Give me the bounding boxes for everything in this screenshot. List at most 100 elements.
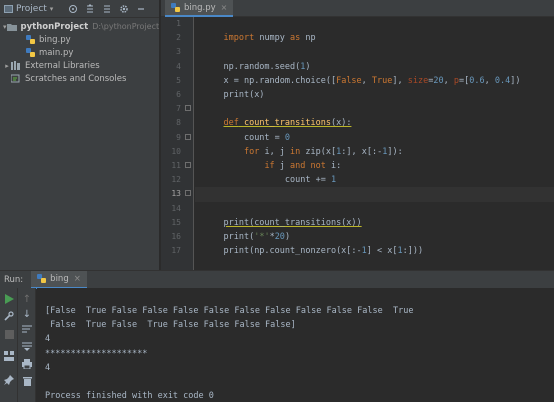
project-tree: ▾ pythonProject D:\pythonProject bing.py… (0, 18, 159, 85)
current-line[interactable] (195, 187, 554, 202)
close-icon[interactable]: × (221, 3, 228, 12)
code-token: import (223, 33, 255, 44)
line-number: 17 (171, 246, 181, 256)
project-toolbar: Project ▾ (0, 0, 159, 18)
file-name: main.py (39, 47, 74, 58)
console-line: False True False True False False False … (45, 320, 296, 331)
external-libraries-label: External Libraries (25, 60, 100, 71)
fold-icon[interactable] (185, 105, 191, 111)
code-line[interactable]: print(count_transitions(x)) (195, 202, 554, 228)
folder-icon (6, 23, 17, 31)
console-line: ******************** (45, 348, 148, 359)
run-toolbar-primary (0, 288, 18, 402)
code-token: ] < x[ (366, 246, 398, 257)
run-label: Run: (4, 274, 24, 285)
project-view-label: Project (16, 3, 47, 14)
wrench-icon[interactable] (3, 310, 15, 322)
run-toolbar-secondary: ↑ ↓ (18, 288, 36, 402)
code-line[interactable]: return count (195, 173, 554, 199)
code-line[interactable]: print(x) (195, 74, 554, 100)
tab-run-bing[interactable]: bing × (31, 270, 87, 289)
line-number: 10 (171, 146, 181, 156)
code-line[interactable]: count += 1 (195, 159, 554, 185)
console-line: 4 (45, 362, 51, 373)
soft-wrap-icon[interactable] (21, 323, 33, 335)
tree-item-project-root[interactable]: ▾ pythonProject D:\pythonProject (0, 20, 159, 33)
project-panel: Project ▾ ▾ pythonProject D:\pythonProje… (0, 0, 160, 270)
arrow-up-icon[interactable]: ↑ (21, 293, 33, 305)
locate-file-icon[interactable] (68, 0, 78, 18)
tree-item-scratches[interactable]: Scratches and Consoles (0, 72, 159, 85)
file-name: bing.py (39, 34, 71, 45)
line-number: 11 (171, 161, 181, 170)
line-number: 7 (176, 104, 181, 114)
console-line: [False True False False False False Fals… (45, 306, 414, 316)
run-icon[interactable] (3, 293, 15, 305)
line-number: 15 (171, 217, 181, 227)
code-line[interactable]: x = np.random.choice([False, True], size… (195, 60, 554, 86)
line-number: 14 (171, 203, 181, 213)
tree-item-file[interactable]: main.py (0, 46, 159, 59)
python-file-icon (26, 35, 35, 44)
stop-icon[interactable] (3, 328, 15, 340)
project-root-name: pythonProject (20, 21, 89, 32)
tree-item-file[interactable]: bing.py (0, 33, 159, 46)
project-view-selector[interactable]: Project ▾ (4, 0, 53, 18)
code-line[interactable]: if j and not i: (195, 145, 554, 171)
code-token: print(np.count_nonzero(x[:- (223, 246, 362, 257)
code-token: print(x) (223, 90, 265, 100)
line-number: 1 (176, 19, 181, 28)
tree-item-external-libraries[interactable]: ▸ External Libraries (0, 59, 159, 72)
fold-icon[interactable] (185, 162, 191, 168)
line-number: 12 (171, 175, 181, 185)
code-line[interactable]: count = 0 (195, 116, 554, 143)
console-line: 4 (45, 334, 51, 345)
print-icon[interactable] (21, 358, 33, 370)
close-icon[interactable]: × (74, 274, 81, 284)
scratches-label: Scratches and Consoles (25, 73, 127, 84)
scratches-icon (11, 74, 21, 83)
code-token: np (300, 33, 316, 44)
line-number-gutter: 1 2 3 4 5 6 7 8 9 10 11 12 13 14 15 16 1… (161, 17, 194, 270)
code-line[interactable]: print(np.count_nonzero(x[:-1] < x[1:])) (195, 230, 554, 256)
python-file-icon (26, 48, 35, 57)
tab-label: bing.py (184, 2, 216, 13)
tab-bing-py[interactable]: bing.py × (165, 0, 234, 17)
line-number: 5 (176, 75, 181, 85)
console-output[interactable]: [False True False False False False Fals… (37, 288, 554, 402)
fold-icon[interactable] (185, 190, 191, 196)
code-line[interactable]: for i, j in zip(x[1:], x[:-1]): (195, 131, 554, 157)
collapse-all-icon[interactable] (102, 0, 112, 18)
code-line[interactable]: print('*'*20) (195, 216, 554, 242)
line-number: 8 (176, 118, 181, 128)
line-number: 3 (176, 47, 181, 57)
run-panel-header: Run: bing × (0, 270, 554, 289)
chevron-right-icon: ▸ (5, 61, 9, 70)
chevron-down-icon: ▾ (49, 4, 54, 13)
line-number: 4 (176, 61, 181, 71)
console-line: Process finished with exit code 0 (45, 391, 214, 402)
python-file-icon (171, 3, 180, 12)
layout-icon[interactable] (3, 350, 15, 362)
scroll-to-end-icon[interactable] (21, 340, 33, 352)
code-line[interactable]: import numpy as np (195, 17, 554, 43)
trash-icon[interactable] (21, 375, 33, 387)
editor-tab-bar: bing.py × (161, 0, 554, 17)
code-line[interactable]: np.random.seed(1) (195, 45, 554, 72)
python-file-icon (37, 274, 47, 283)
code-editor[interactable]: import numpy as np np.random.seed(1) x =… (195, 17, 554, 270)
pin-icon[interactable] (3, 374, 15, 386)
fold-icon[interactable] (185, 134, 191, 140)
hide-panel-icon[interactable] (136, 0, 146, 18)
code-line[interactable]: def count_transitions(x): (195, 102, 554, 128)
arrow-down-icon[interactable]: ↓ (21, 308, 33, 320)
expand-all-icon[interactable] (85, 0, 95, 18)
line-number: 16 (171, 232, 181, 241)
library-icon (11, 61, 21, 70)
line-number: 13 (171, 189, 181, 199)
line-number: 9 (176, 132, 181, 142)
run-tab-label: bing (50, 273, 69, 284)
line-number: 2 (176, 33, 181, 43)
gear-icon[interactable] (119, 0, 129, 18)
